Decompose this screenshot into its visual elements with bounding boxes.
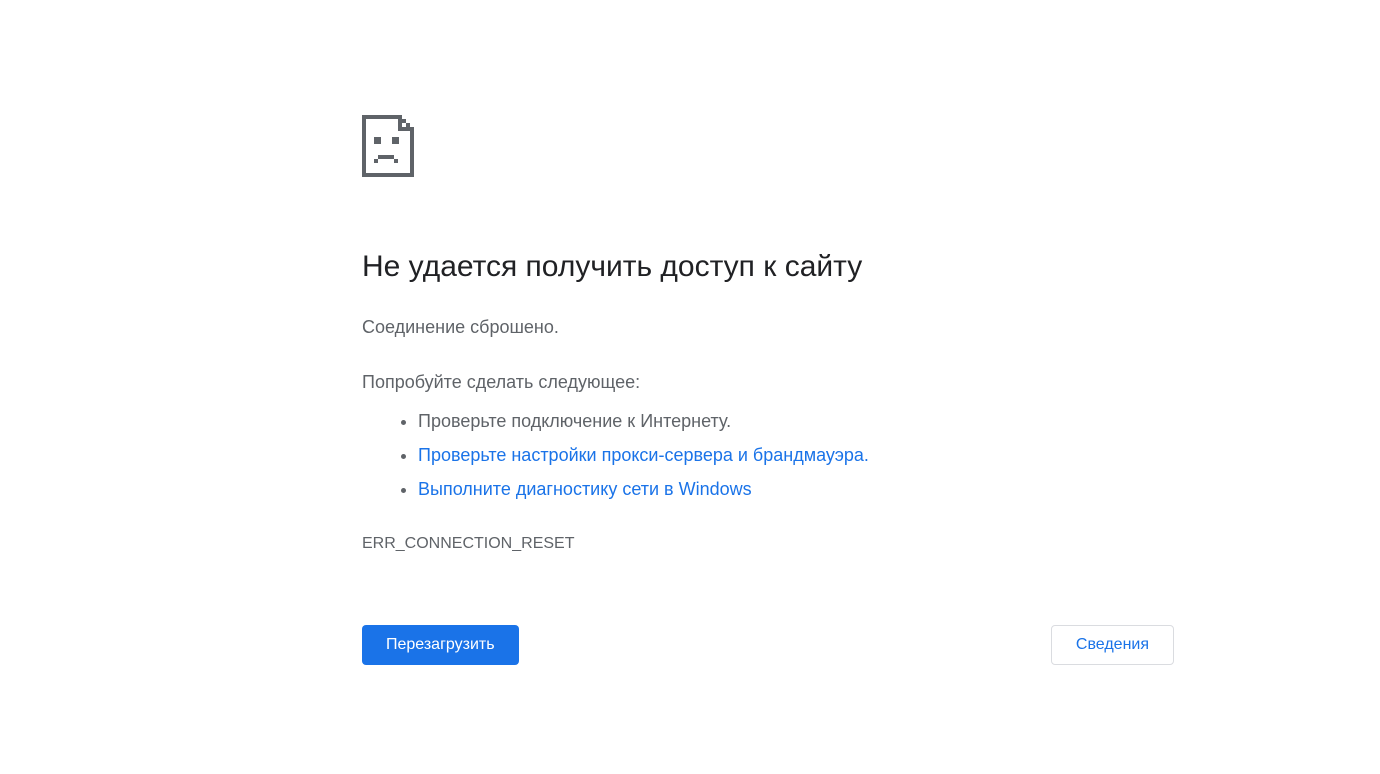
suggestions-list: Проверьте подключение к Интернету. Прове… [362,404,1182,507]
sad-page-icon [362,115,414,177]
details-button[interactable]: Сведения [1051,625,1174,665]
try-heading: Попробуйте сделать следующее: [362,369,1182,396]
error-code: ERR_CONNECTION_RESET [362,535,1182,553]
error-page-container: Не удается получить доступ к сайту Соеди… [362,0,1182,665]
error-icon-wrap [362,115,1182,177]
suggestion-item: Проверьте подключение к Интернету. [418,404,1182,438]
reload-button[interactable]: Перезагрузить [362,625,519,665]
error-message: Соединение сброшено. [362,314,1182,341]
suggestion-item: Проверьте настройки прокси-сервера и бра… [418,438,1182,472]
button-row: Перезагрузить Сведения [362,625,1174,665]
suggestion-link-proxy[interactable]: Проверьте настройки прокси-сервера и бра… [418,445,869,465]
suggestion-link-diagnostics[interactable]: Выполните диагностику сети в Windows [418,479,752,499]
suggestion-item: Выполните диагностику сети в Windows [418,472,1182,506]
error-title: Не удается получить доступ к сайту [362,247,1182,286]
suggestion-text: Проверьте подключение к Интернету. [418,411,731,431]
